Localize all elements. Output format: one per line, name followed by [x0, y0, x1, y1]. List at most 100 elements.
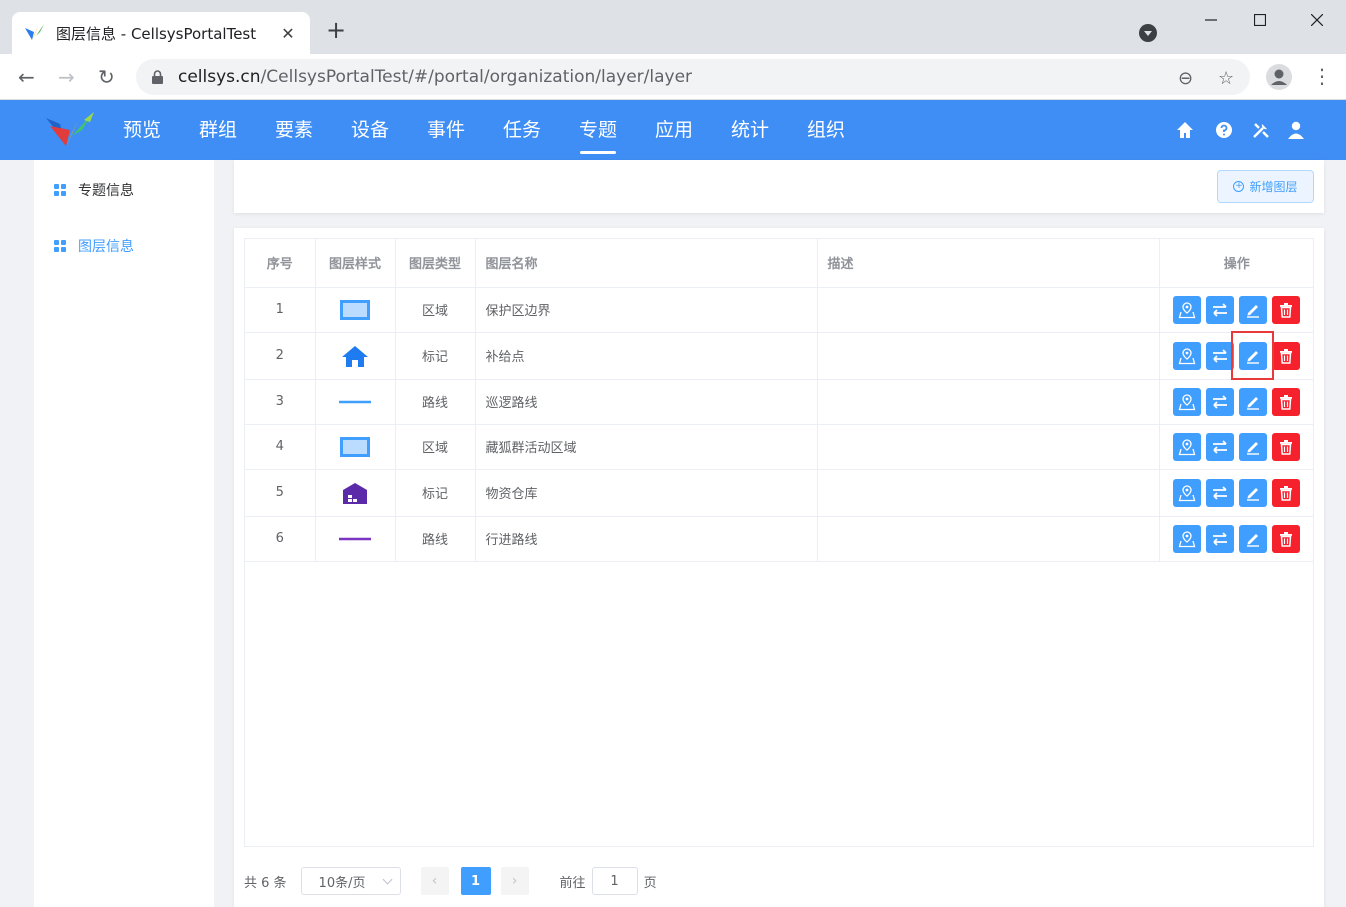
delete-button[interactable]: [1272, 478, 1301, 507]
delete-icon: [1277, 347, 1295, 365]
swap-button[interactable]: [1206, 295, 1235, 324]
tools-icon[interactable]: [1251, 120, 1271, 140]
maximize-button[interactable]: [1245, 8, 1275, 32]
swap-icon: [1211, 393, 1229, 411]
nav-item-2[interactable]: 要素: [256, 100, 332, 160]
swap-button[interactable]: [1206, 387, 1235, 416]
nav-item-9[interactable]: 组织: [788, 100, 864, 160]
sidebar-item-topic-info[interactable]: 专题信息: [54, 180, 134, 200]
swap-button[interactable]: [1206, 341, 1235, 370]
new-tab-button[interactable]: +: [326, 18, 346, 42]
map-pin-icon: [1178, 530, 1196, 548]
forward-button[interactable]: →: [58, 66, 75, 88]
browser-tab[interactable]: 图层信息 - CellsysPortalTest ✕: [12, 12, 310, 54]
swap-icon: [1211, 530, 1229, 548]
edit-icon: [1244, 301, 1262, 319]
swap-button[interactable]: [1206, 478, 1235, 507]
delete-button[interactable]: [1272, 295, 1301, 324]
cell-name: 行进路线: [475, 516, 818, 562]
cell-style: [315, 379, 396, 425]
cell-index: 1: [245, 287, 316, 333]
cell-style: [315, 469, 396, 517]
page-size-select[interactable]: 10条/页: [300, 867, 401, 895]
map-pin-button[interactable]: [1173, 295, 1202, 324]
reload-button[interactable]: ↻: [98, 66, 115, 88]
cell-name: 藏狐群活动区域: [475, 424, 818, 470]
edit-button[interactable]: [1239, 478, 1268, 507]
back-button[interactable]: ←: [18, 66, 35, 88]
next-page-button[interactable]: ›: [500, 867, 529, 895]
edit-button[interactable]: [1239, 341, 1268, 370]
map-pin-button[interactable]: [1173, 432, 1202, 461]
sidebar-item-layer-info[interactable]: 图层信息: [54, 236, 134, 256]
area-style-icon: [340, 436, 370, 457]
delete-button[interactable]: [1272, 524, 1301, 553]
edit-button[interactable]: [1239, 295, 1268, 324]
edit-icon: [1244, 438, 1262, 456]
tab-search-icon[interactable]: [1139, 24, 1157, 42]
page-1-button[interactable]: 1: [460, 867, 491, 895]
swap-icon: [1211, 438, 1229, 456]
table-row: 3 路线 巡逻路线: [245, 379, 1314, 425]
add-layer-button[interactable]: + 新增图层: [1217, 170, 1314, 203]
home-marker-icon: [342, 345, 368, 367]
nav-item-5[interactable]: 任务: [484, 100, 560, 160]
swap-button[interactable]: [1206, 524, 1235, 553]
edit-button[interactable]: [1239, 524, 1268, 553]
help-icon[interactable]: [1214, 120, 1234, 140]
map-pin-button[interactable]: [1173, 387, 1202, 416]
cell-actions: [1159, 287, 1314, 333]
chevron-down-icon: [382, 874, 392, 885]
url-text: cellsys.cn/CellsysPortalTest/#/portal/or…: [178, 67, 693, 87]
cell-name: 物资仓库: [475, 469, 818, 517]
prev-page-button[interactable]: ‹: [420, 867, 449, 895]
map-pin-icon: [1178, 347, 1196, 365]
nav-item-6[interactable]: 专题: [560, 100, 636, 160]
cell-name: 保护区边界: [475, 287, 818, 333]
tab-title: 图层信息 - CellsysPortalTest: [56, 24, 257, 43]
delete-button[interactable]: [1272, 341, 1301, 370]
delete-icon: [1277, 530, 1295, 548]
nav-item-3[interactable]: 设备: [332, 100, 408, 160]
edit-button[interactable]: [1239, 432, 1268, 461]
bookmark-star-icon[interactable]: ☆: [1218, 68, 1234, 89]
browser-menu-icon[interactable]: ⋮: [1312, 64, 1332, 88]
app-logo: [46, 112, 94, 146]
nav-item-1[interactable]: 群组: [180, 100, 256, 160]
nav-item-4[interactable]: 事件: [408, 100, 484, 160]
cell-actions: [1159, 379, 1314, 425]
add-layer-label: 新增图层: [1249, 180, 1298, 194]
edit-icon: [1244, 530, 1262, 548]
cell-desc: [817, 379, 1160, 425]
address-bar[interactable]: cellsys.cn/CellsysPortalTest/#/portal/or…: [136, 59, 1250, 95]
delete-button[interactable]: [1272, 387, 1301, 416]
home-icon[interactable]: [1175, 120, 1195, 140]
swap-button[interactable]: [1206, 432, 1235, 461]
delete-button[interactable]: [1272, 432, 1301, 461]
minimize-button[interactable]: [1196, 8, 1226, 32]
map-pin-button[interactable]: [1173, 478, 1202, 507]
profile-avatar-icon[interactable]: [1266, 64, 1292, 90]
cell-index: 5: [245, 469, 316, 517]
cell-desc: [817, 424, 1160, 470]
cell-index: 3: [245, 379, 316, 425]
line-style-icon: [339, 400, 371, 403]
cell-type: 区域: [395, 424, 476, 470]
cell-type: 路线: [395, 379, 476, 425]
nav-item-0[interactable]: 预览: [104, 100, 180, 160]
nav-item-7[interactable]: 应用: [636, 100, 712, 160]
app-logo-icon: [25, 24, 44, 40]
edit-button[interactable]: [1239, 387, 1268, 416]
cell-type: 标记: [395, 469, 476, 517]
goto-page-input[interactable]: 1: [591, 867, 638, 895]
cell-actions: [1159, 424, 1314, 470]
map-pin-button[interactable]: [1173, 341, 1202, 370]
cell-style: [315, 332, 396, 380]
user-icon[interactable]: [1286, 120, 1306, 140]
close-window-button[interactable]: [1302, 8, 1332, 32]
zoom-icon[interactable]: ⊖: [1178, 68, 1193, 89]
map-pin-button[interactable]: [1173, 524, 1202, 553]
nav-item-8[interactable]: 统计: [712, 100, 788, 160]
delete-icon: [1277, 484, 1295, 502]
tab-close-icon[interactable]: ✕: [278, 24, 298, 43]
